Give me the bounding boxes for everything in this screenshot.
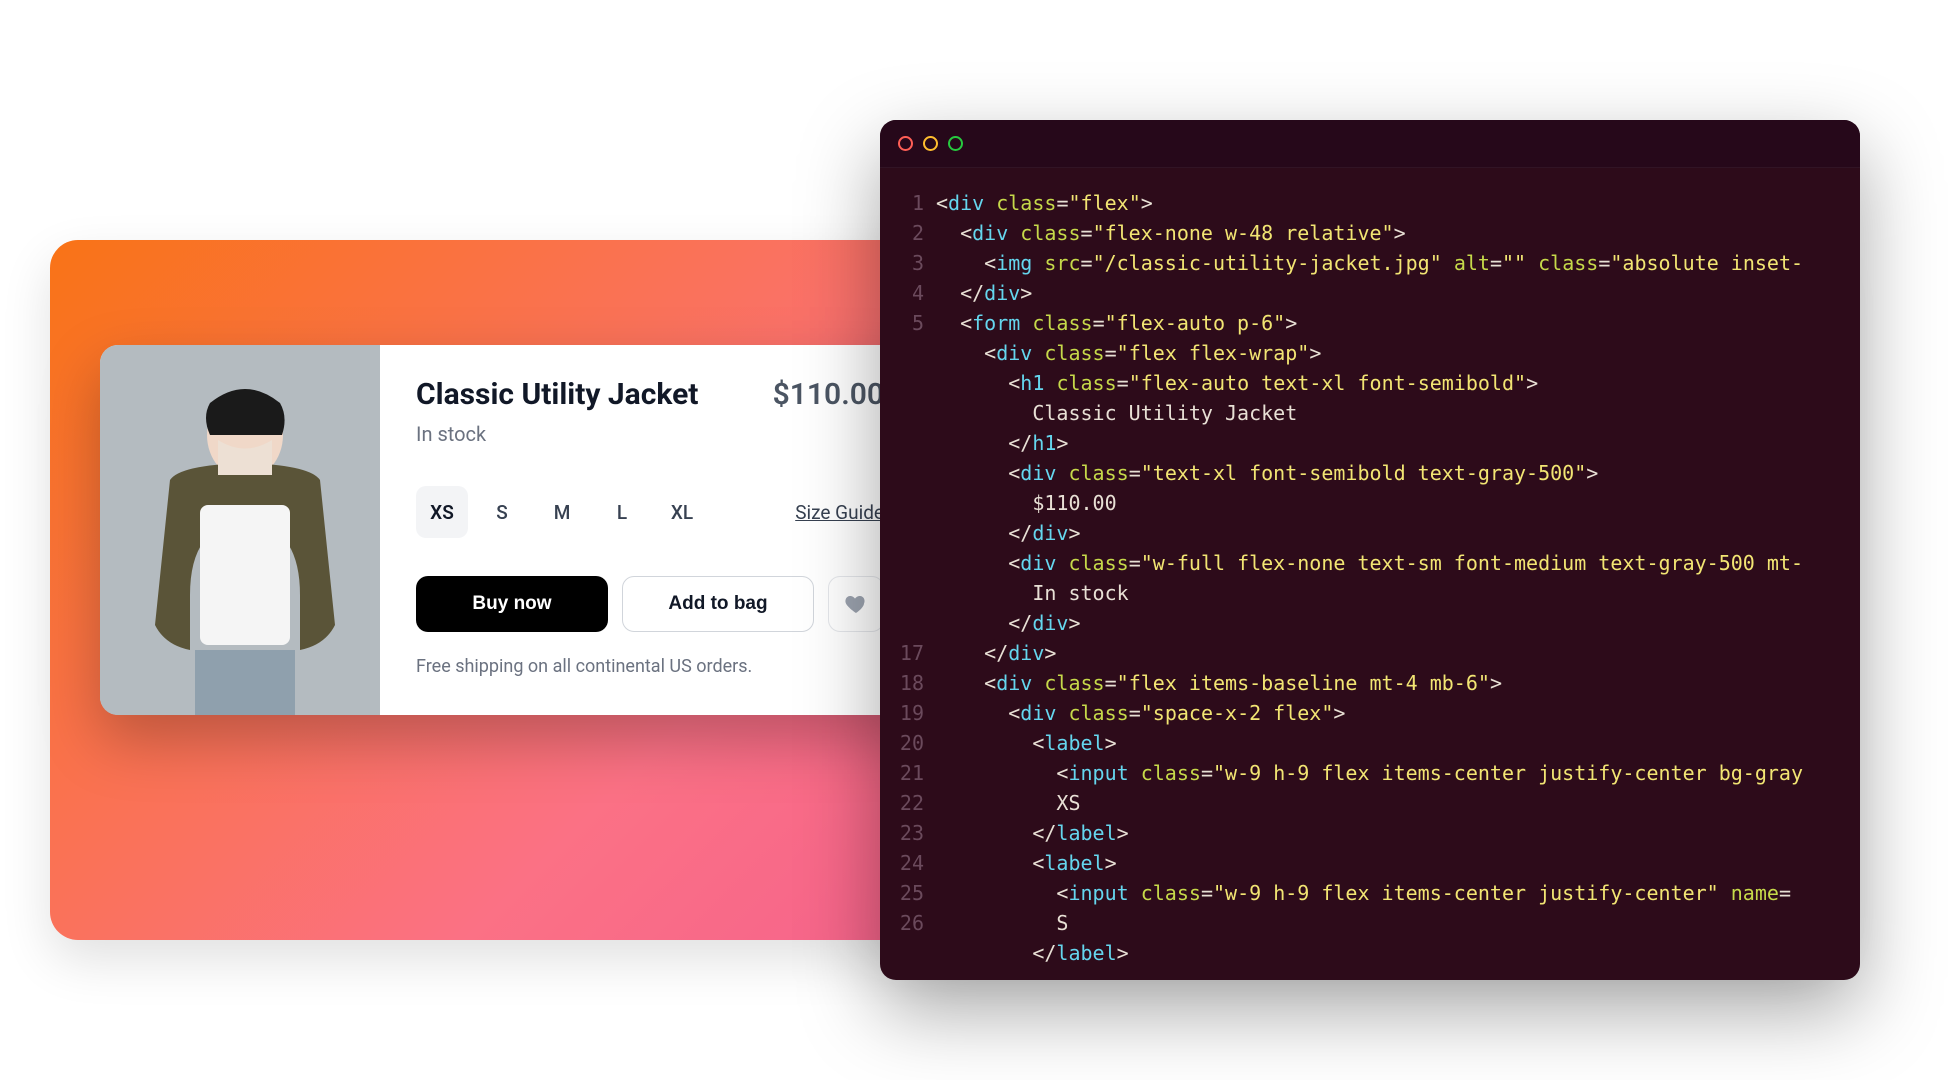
line-number — [880, 518, 924, 548]
code-line: </div> — [936, 638, 1803, 668]
code-line: <h1 class="flex-auto text-xl font-semibo… — [936, 368, 1803, 398]
product-price: $110.00 — [773, 377, 884, 412]
code-line: In stock — [936, 578, 1803, 608]
size-row: XSSMLXL Size Guide — [416, 486, 884, 538]
code-line: S — [936, 908, 1803, 938]
wishlist-button[interactable] — [828, 576, 884, 632]
line-number: 1 — [880, 188, 924, 218]
line-number: 19 — [880, 698, 924, 728]
product-title: Classic Utility Jacket — [416, 377, 698, 412]
maximize-icon[interactable] — [948, 136, 963, 151]
code-line: <div class="text-xl font-semibold text-g… — [936, 458, 1803, 488]
code-line: <div class="flex items-baseline mt-4 mb-… — [936, 668, 1803, 698]
size-option-s[interactable]: S — [476, 486, 528, 538]
line-number — [880, 368, 924, 398]
line-number — [880, 398, 924, 428]
window-titlebar — [880, 120, 1860, 168]
line-number: 3 — [880, 248, 924, 278]
code-line: <div class="flex flex-wrap"> — [936, 338, 1803, 368]
line-number: 21 — [880, 758, 924, 788]
line-number — [880, 548, 924, 578]
line-number: 18 — [880, 668, 924, 698]
code-line: XS — [936, 788, 1803, 818]
line-number — [880, 458, 924, 488]
line-number — [880, 608, 924, 638]
line-number: 17 — [880, 638, 924, 668]
add-to-bag-button[interactable]: Add to bag — [622, 576, 814, 632]
size-option-xs[interactable]: XS — [416, 486, 468, 538]
code-editor[interactable]: 1234517181920212223242526 <div class="fl… — [880, 168, 1860, 980]
code-window: 1234517181920212223242526 <div class="fl… — [880, 120, 1860, 980]
product-card: Classic Utility Jacket $110.00 In stock … — [100, 345, 920, 715]
code-line: <div class="flex"> — [936, 188, 1803, 218]
line-number: 2 — [880, 218, 924, 248]
close-icon[interactable] — [898, 136, 913, 151]
line-number — [880, 338, 924, 368]
line-number: 20 — [880, 728, 924, 758]
size-option-xl[interactable]: XL — [656, 486, 708, 538]
code-line: <img src="/classic-utility-jacket.jpg" a… — [936, 248, 1803, 278]
size-guide-link[interactable]: Size Guide — [795, 501, 884, 524]
code-line: <div class="flex-none w-48 relative"> — [936, 218, 1803, 248]
code-line: <input class="w-9 h-9 flex items-center … — [936, 878, 1803, 908]
heart-icon — [844, 592, 868, 616]
code-line: </h1> — [936, 428, 1803, 458]
code-content: <div class="flex"> <div class="flex-none… — [936, 168, 1803, 980]
code-line: $110.00 — [936, 488, 1803, 518]
shipping-note: Free shipping on all continental US orde… — [416, 656, 884, 677]
code-line: </label> — [936, 938, 1803, 968]
line-gutter: 1234517181920212223242526 — [880, 168, 936, 980]
product-image — [100, 345, 380, 715]
code-line: </div> — [936, 278, 1803, 308]
line-number: 23 — [880, 818, 924, 848]
code-line: </div> — [936, 608, 1803, 638]
code-line: <div class="space-x-2 flex"> — [936, 698, 1803, 728]
minimize-icon[interactable] — [923, 136, 938, 151]
code-line: <label> — [936, 848, 1803, 878]
line-number: 5 — [880, 308, 924, 338]
size-option-l[interactable]: L — [596, 486, 648, 538]
code-line: <label> — [936, 728, 1803, 758]
size-options: XSSMLXL — [416, 486, 708, 538]
stock-status: In stock — [416, 422, 884, 446]
product-body: Classic Utility Jacket $110.00 In stock … — [380, 345, 920, 715]
code-line: </label> — [936, 818, 1803, 848]
line-number: 26 — [880, 908, 924, 938]
line-number — [880, 578, 924, 608]
model-illustration — [100, 345, 380, 715]
line-number — [880, 488, 924, 518]
code-line: </div> — [936, 518, 1803, 548]
buy-now-button[interactable]: Buy now — [416, 576, 608, 632]
size-option-m[interactable]: M — [536, 486, 588, 538]
line-number: 25 — [880, 878, 924, 908]
code-line: Classic Utility Jacket — [936, 398, 1803, 428]
line-number: 24 — [880, 848, 924, 878]
line-number: 4 — [880, 278, 924, 308]
line-number: 22 — [880, 788, 924, 818]
line-number — [880, 428, 924, 458]
code-line: <div class="w-full flex-none text-sm fon… — [936, 548, 1803, 578]
code-line: <form class="flex-auto p-6"> — [936, 308, 1803, 338]
code-line: <input class="w-9 h-9 flex items-center … — [936, 758, 1803, 788]
